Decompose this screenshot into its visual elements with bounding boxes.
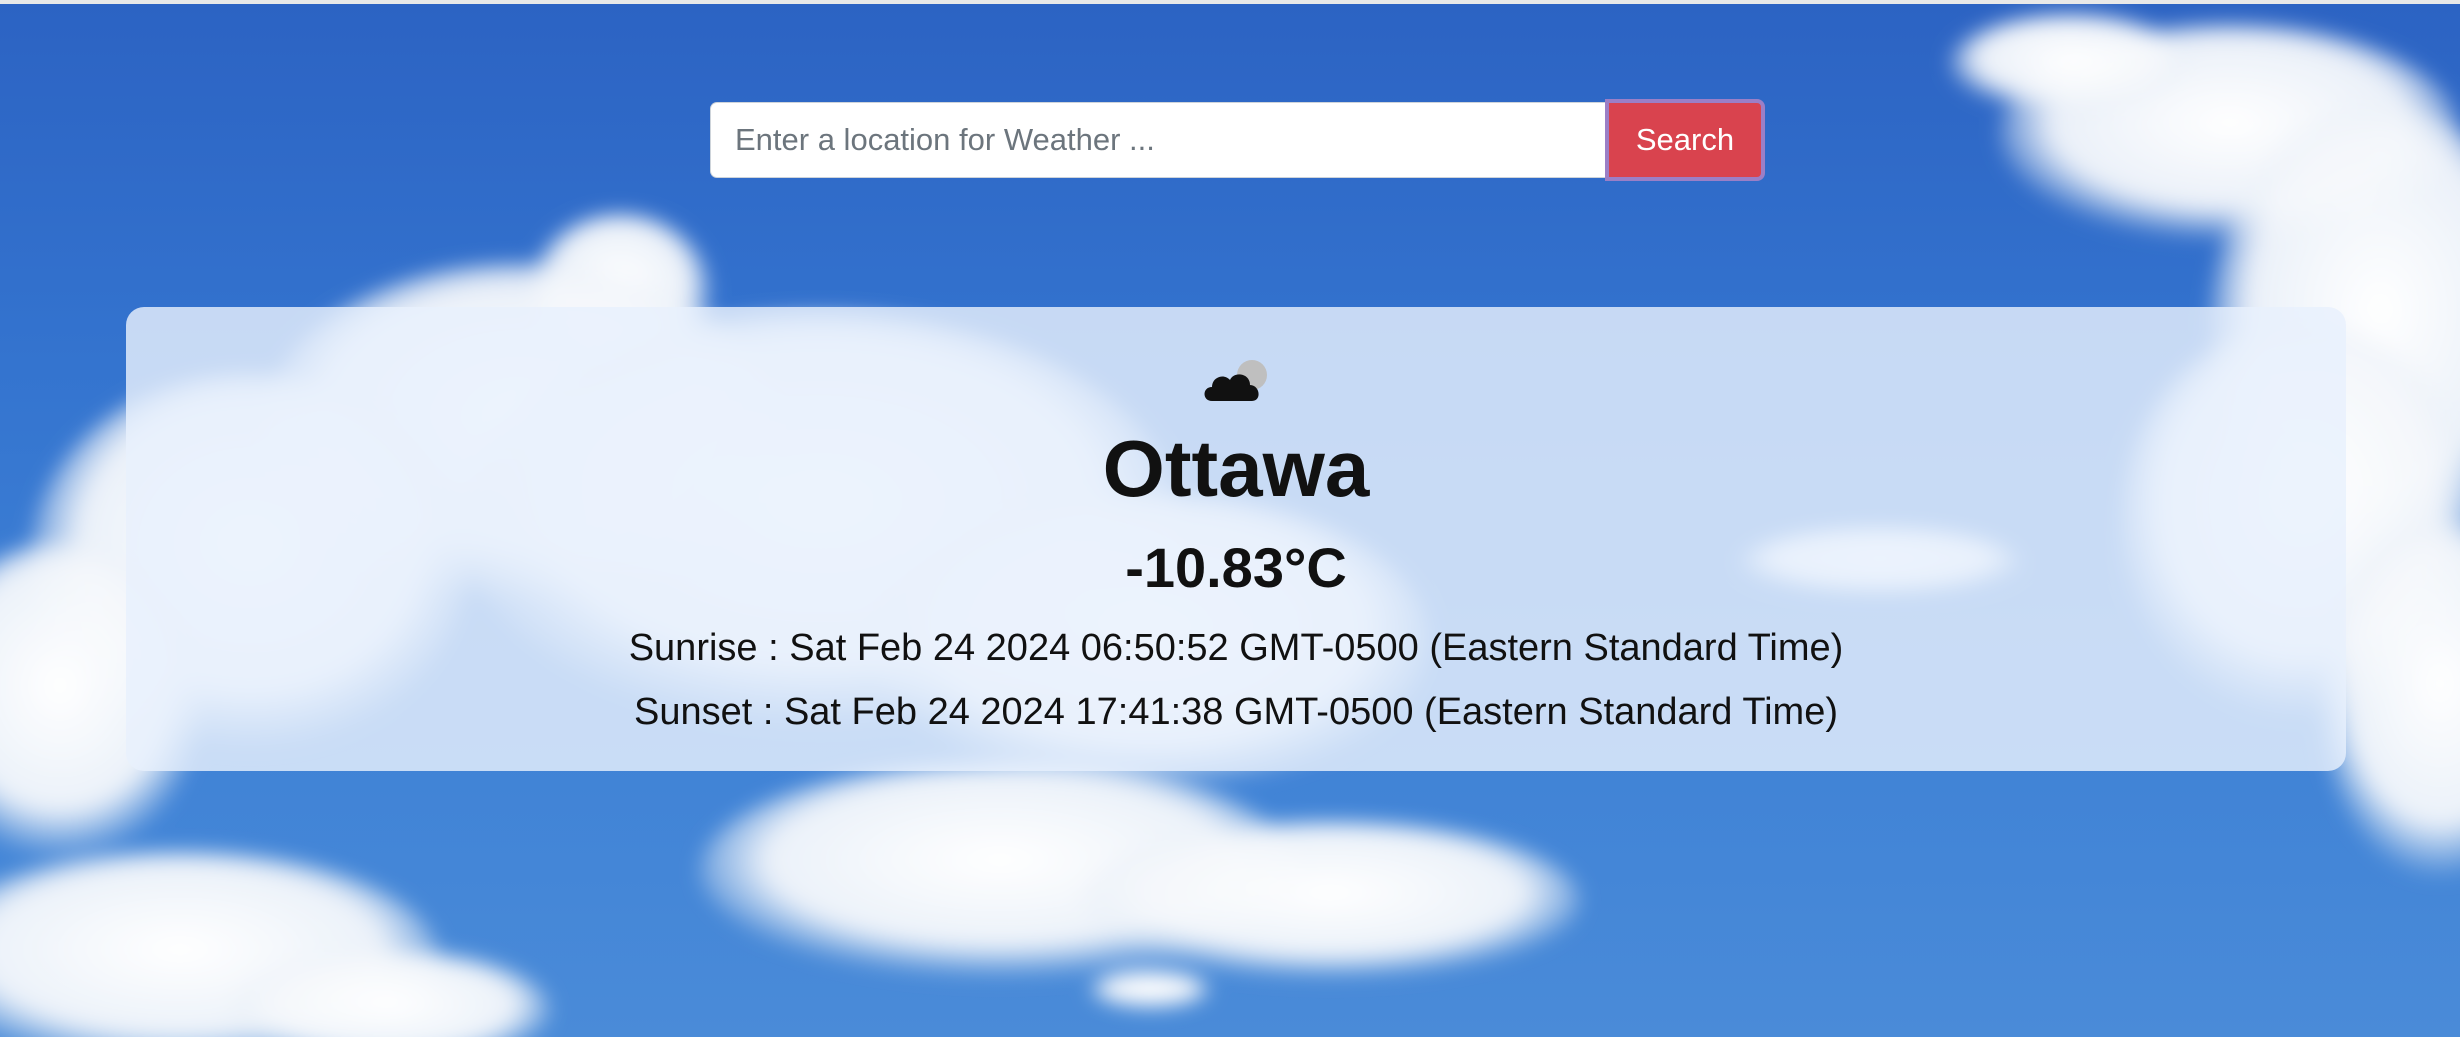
temperature: -10.83°C — [1125, 536, 1347, 599]
weather-card: Ottawa -10.83°C Sunrise : Sat Feb 24 202… — [126, 307, 2346, 771]
search-bar: Search — [710, 99, 1765, 181]
location-search-input[interactable] — [710, 102, 1605, 178]
cloud-moon-icon — [1204, 360, 1267, 401]
sunrise-time: Sunrise : Sat Feb 24 2024 06:50:52 GMT-0… — [628, 627, 1844, 669]
search-button[interactable]: Search — [1605, 99, 1765, 181]
sunset-time: Sunset : Sat Feb 24 2024 17:41:38 GMT-05… — [633, 691, 1839, 733]
weather-page: Search Ottawa -10.83°C Sunrise : Sat Feb… — [0, 0, 2460, 1037]
city-name: Ottawa — [1102, 424, 1370, 513]
